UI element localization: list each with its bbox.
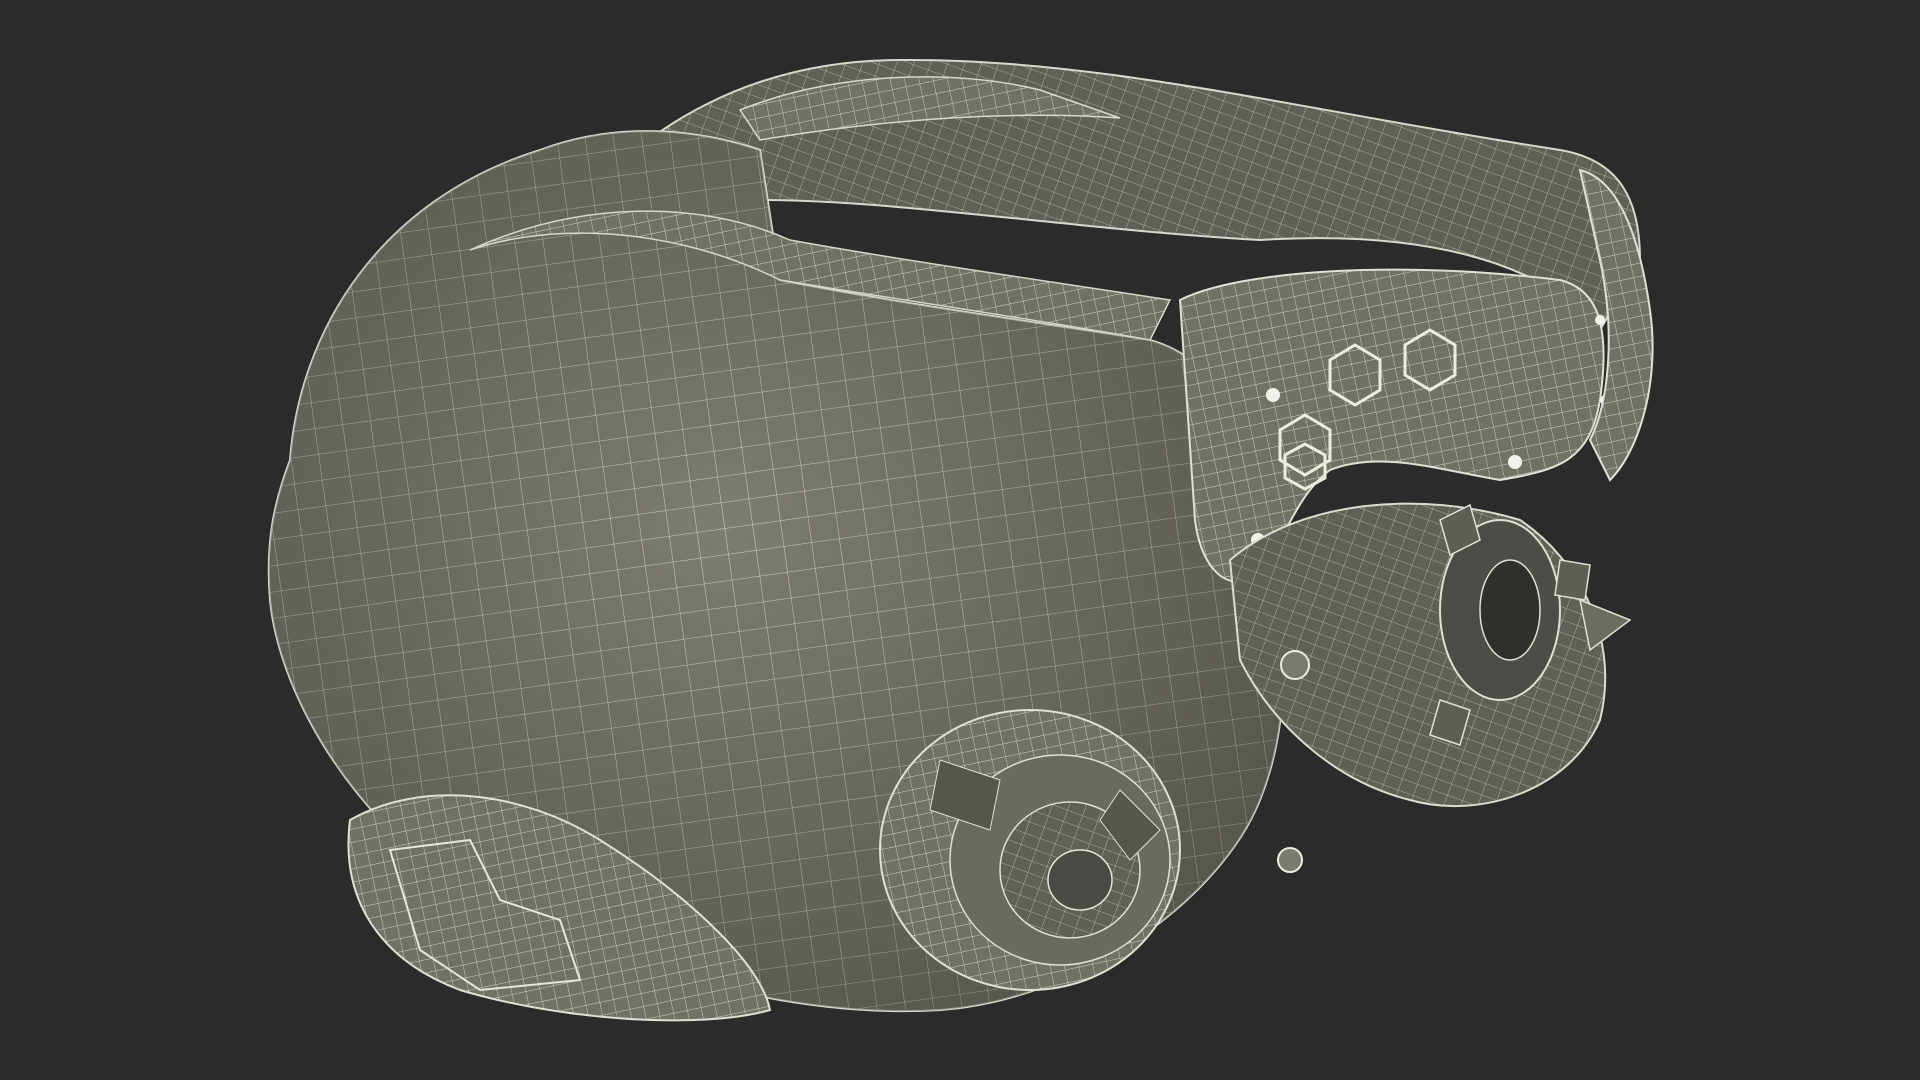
wireframe-render bbox=[267, 58, 1654, 1022]
front-filter bbox=[879, 709, 1181, 991]
side-valve bbox=[1228, 502, 1632, 873]
render-viewport bbox=[0, 0, 1920, 1080]
